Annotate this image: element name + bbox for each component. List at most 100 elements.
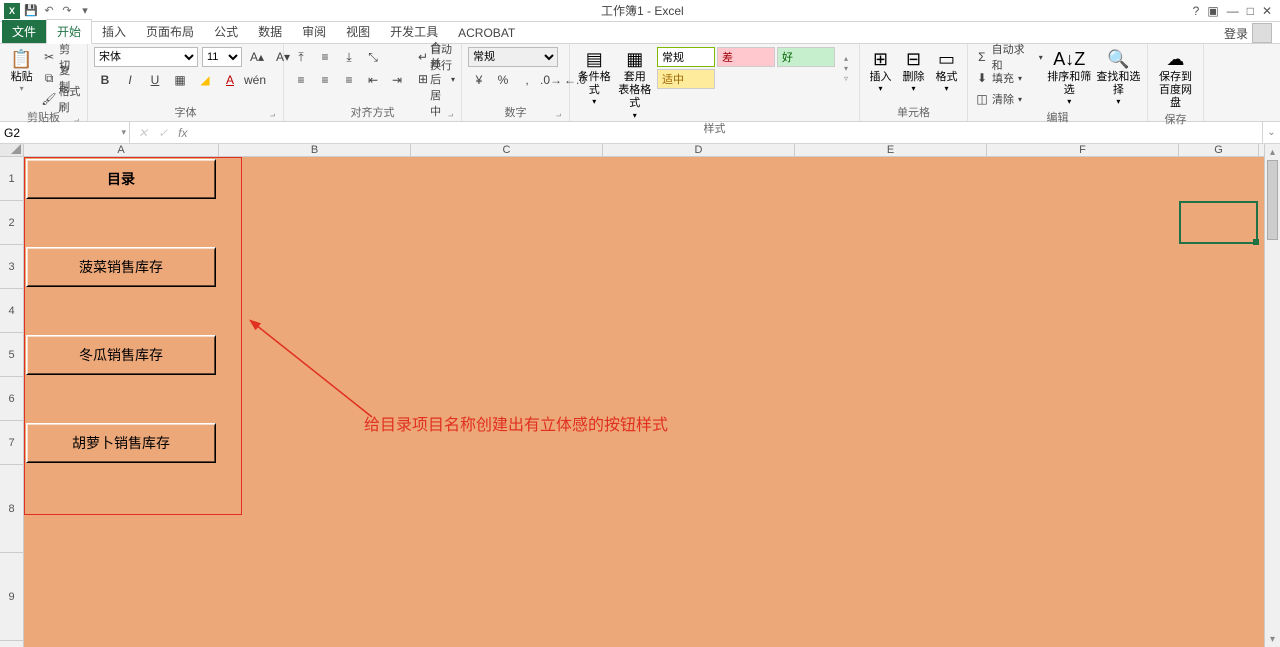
scroll-thumb[interactable] xyxy=(1267,160,1278,240)
save-icon[interactable]: 💾 xyxy=(24,4,38,18)
sort-filter-button[interactable]: A↓Z排序和筛选▾ xyxy=(1047,47,1092,106)
increase-font-icon[interactable]: A▴ xyxy=(246,47,268,67)
fill-color-button[interactable]: ◢ xyxy=(194,70,216,90)
name-box[interactable]: ▾ xyxy=(0,122,130,143)
conditional-format-button[interactable]: ▤条件格式▾ xyxy=(576,47,613,106)
border-button[interactable]: ▦ xyxy=(169,70,191,90)
col-header-G[interactable]: G xyxy=(1179,144,1259,156)
group-clipboard: 📋 粘贴 ▾ ✂剪切 ⧉复制 🖌格式刷 剪贴板 xyxy=(0,44,88,121)
row-header-10[interactable]: 10 xyxy=(0,641,23,647)
group-label-editing: 编辑 xyxy=(974,109,1141,126)
tab-insert[interactable]: 插入 xyxy=(92,20,136,43)
cells-canvas[interactable]: 给目录项目名称创建出有立体感的按钮样式 目录菠菜销售库存冬瓜销售库存胡萝卜销售库… xyxy=(24,157,1264,647)
align-middle-icon[interactable]: ≡ xyxy=(314,47,336,67)
orientation-icon[interactable]: ⤡ xyxy=(362,47,384,67)
increase-indent-icon[interactable]: ⇥ xyxy=(386,70,408,90)
baidu-save-button[interactable]: ☁保存到 百度网盘 xyxy=(1154,47,1197,111)
font-name-select[interactable]: 宋体 xyxy=(94,47,198,67)
qat-customize-icon[interactable]: ▾ xyxy=(78,4,92,18)
autosum-button[interactable]: Σ自动求和▾ xyxy=(974,47,1043,67)
merge-center-button[interactable]: ⊞合并后居中▾ xyxy=(418,69,455,89)
redo-icon[interactable]: ↷ xyxy=(60,4,74,18)
font-color-button[interactable]: A xyxy=(219,70,241,90)
number-format-select[interactable]: 常规 xyxy=(468,47,558,67)
comma-icon[interactable]: , xyxy=(516,70,538,90)
clear-button[interactable]: ◫清除▾ xyxy=(974,89,1043,109)
tab-acrobat[interactable]: ACROBAT xyxy=(448,23,525,43)
align-top-icon[interactable]: ⤒ xyxy=(290,47,312,67)
namebox-dropdown-icon[interactable]: ▾ xyxy=(121,127,126,138)
tab-view[interactable]: 视图 xyxy=(336,20,380,43)
formula-bar-expand-icon[interactable]: ⌄ xyxy=(1262,122,1280,143)
tab-pagelayout[interactable]: 页面布局 xyxy=(136,20,204,43)
style-cell-neutral[interactable]: 适中 xyxy=(657,69,715,89)
row-header-1[interactable]: 1 xyxy=(0,157,23,201)
row-header-6[interactable]: 6 xyxy=(0,377,23,421)
tab-data[interactable]: 数据 xyxy=(248,20,292,43)
name-box-input[interactable] xyxy=(4,126,121,140)
close-icon[interactable]: ✕ xyxy=(1262,4,1272,18)
decrease-indent-icon[interactable]: ⇤ xyxy=(362,70,384,90)
format-as-table-button[interactable]: ▦套用 表格格式▾ xyxy=(617,47,654,120)
align-bottom-icon[interactable]: ⤓ xyxy=(338,47,360,67)
maximize-icon[interactable]: □ xyxy=(1247,4,1254,18)
col-header-D[interactable]: D xyxy=(603,144,795,156)
toc-button[interactable]: 目录 xyxy=(26,159,216,199)
enter-icon[interactable]: ✓ xyxy=(158,126,168,140)
increase-decimal-icon[interactable]: .0→ xyxy=(540,70,562,90)
row-header-9[interactable]: 9 xyxy=(0,553,23,641)
fill-button[interactable]: ⬇填充▾ xyxy=(974,68,1043,88)
avatar-icon xyxy=(1252,23,1272,43)
toc-button[interactable]: 菠菜销售库存 xyxy=(26,247,216,287)
tab-review[interactable]: 审阅 xyxy=(292,20,336,43)
select-all-button[interactable] xyxy=(0,144,24,156)
style-cell-bad[interactable]: 差 xyxy=(717,47,775,67)
paste-button[interactable]: 📋 粘贴 ▾ xyxy=(6,47,37,93)
currency-icon[interactable]: ¥ xyxy=(468,70,490,90)
cancel-icon[interactable]: ✕ xyxy=(138,126,148,140)
minimize-icon[interactable]: — xyxy=(1227,4,1239,18)
italic-button[interactable]: I xyxy=(119,70,141,90)
style-cell-good[interactable]: 好 xyxy=(777,47,835,67)
scroll-up-icon[interactable]: ▴ xyxy=(1265,144,1280,160)
tab-formulas[interactable]: 公式 xyxy=(204,20,248,43)
scroll-down-icon[interactable]: ▾ xyxy=(1265,631,1280,647)
row-header-7[interactable]: 7 xyxy=(0,421,23,465)
bold-button[interactable]: B xyxy=(94,70,116,90)
row-header-8[interactable]: 8 xyxy=(0,465,23,553)
align-center-icon[interactable]: ≡ xyxy=(314,70,336,90)
col-header-F[interactable]: F xyxy=(987,144,1179,156)
format-button[interactable]: ▭格式▾ xyxy=(932,47,961,93)
col-header-B[interactable]: B xyxy=(219,144,411,156)
styles-expand[interactable]: ▴▾▿ xyxy=(839,47,853,89)
align-right-icon[interactable]: ≡ xyxy=(338,70,360,90)
phonetic-button[interactable]: wén xyxy=(244,70,266,90)
toc-button[interactable]: 冬瓜销售库存 xyxy=(26,335,216,375)
row-header-4[interactable]: 4 xyxy=(0,289,23,333)
col-header-C[interactable]: C xyxy=(411,144,603,156)
toc-button[interactable]: 胡萝卜销售库存 xyxy=(26,423,216,463)
find-select-button[interactable]: 🔍查找和选择▾ xyxy=(1096,47,1141,106)
row-header-5[interactable]: 5 xyxy=(0,333,23,377)
tab-file[interactable]: 文件 xyxy=(2,20,46,43)
ribbon-toggle-icon[interactable]: ▣ xyxy=(1207,4,1218,18)
help-icon[interactable]: ? xyxy=(1193,4,1200,18)
col-header-E[interactable]: E xyxy=(795,144,987,156)
style-cell-normal[interactable]: 常规 xyxy=(657,47,715,67)
login-link[interactable]: 登录 xyxy=(1216,23,1280,43)
font-size-select[interactable]: 11 xyxy=(202,47,242,67)
fx-icon[interactable]: fx xyxy=(178,126,187,140)
excel-icon[interactable]: X xyxy=(4,3,20,19)
underline-button[interactable]: U xyxy=(144,70,166,90)
align-left-icon[interactable]: ≡ xyxy=(290,70,312,90)
row-header-2[interactable]: 2 xyxy=(0,201,23,245)
format-painter-button[interactable]: 🖌格式刷 xyxy=(41,89,81,109)
delete-button[interactable]: ⊟删除▾ xyxy=(899,47,928,93)
cell-styles-gallery[interactable]: 常规差好适中 xyxy=(657,47,837,89)
insert-button[interactable]: ⊞插入▾ xyxy=(866,47,895,93)
row-header-3[interactable]: 3 xyxy=(0,245,23,289)
percent-icon[interactable]: % xyxy=(492,70,514,90)
col-header-A[interactable]: A xyxy=(24,144,219,156)
undo-icon[interactable]: ↶ xyxy=(42,4,56,18)
vertical-scrollbar[interactable]: ▴ ▾ xyxy=(1264,144,1280,647)
